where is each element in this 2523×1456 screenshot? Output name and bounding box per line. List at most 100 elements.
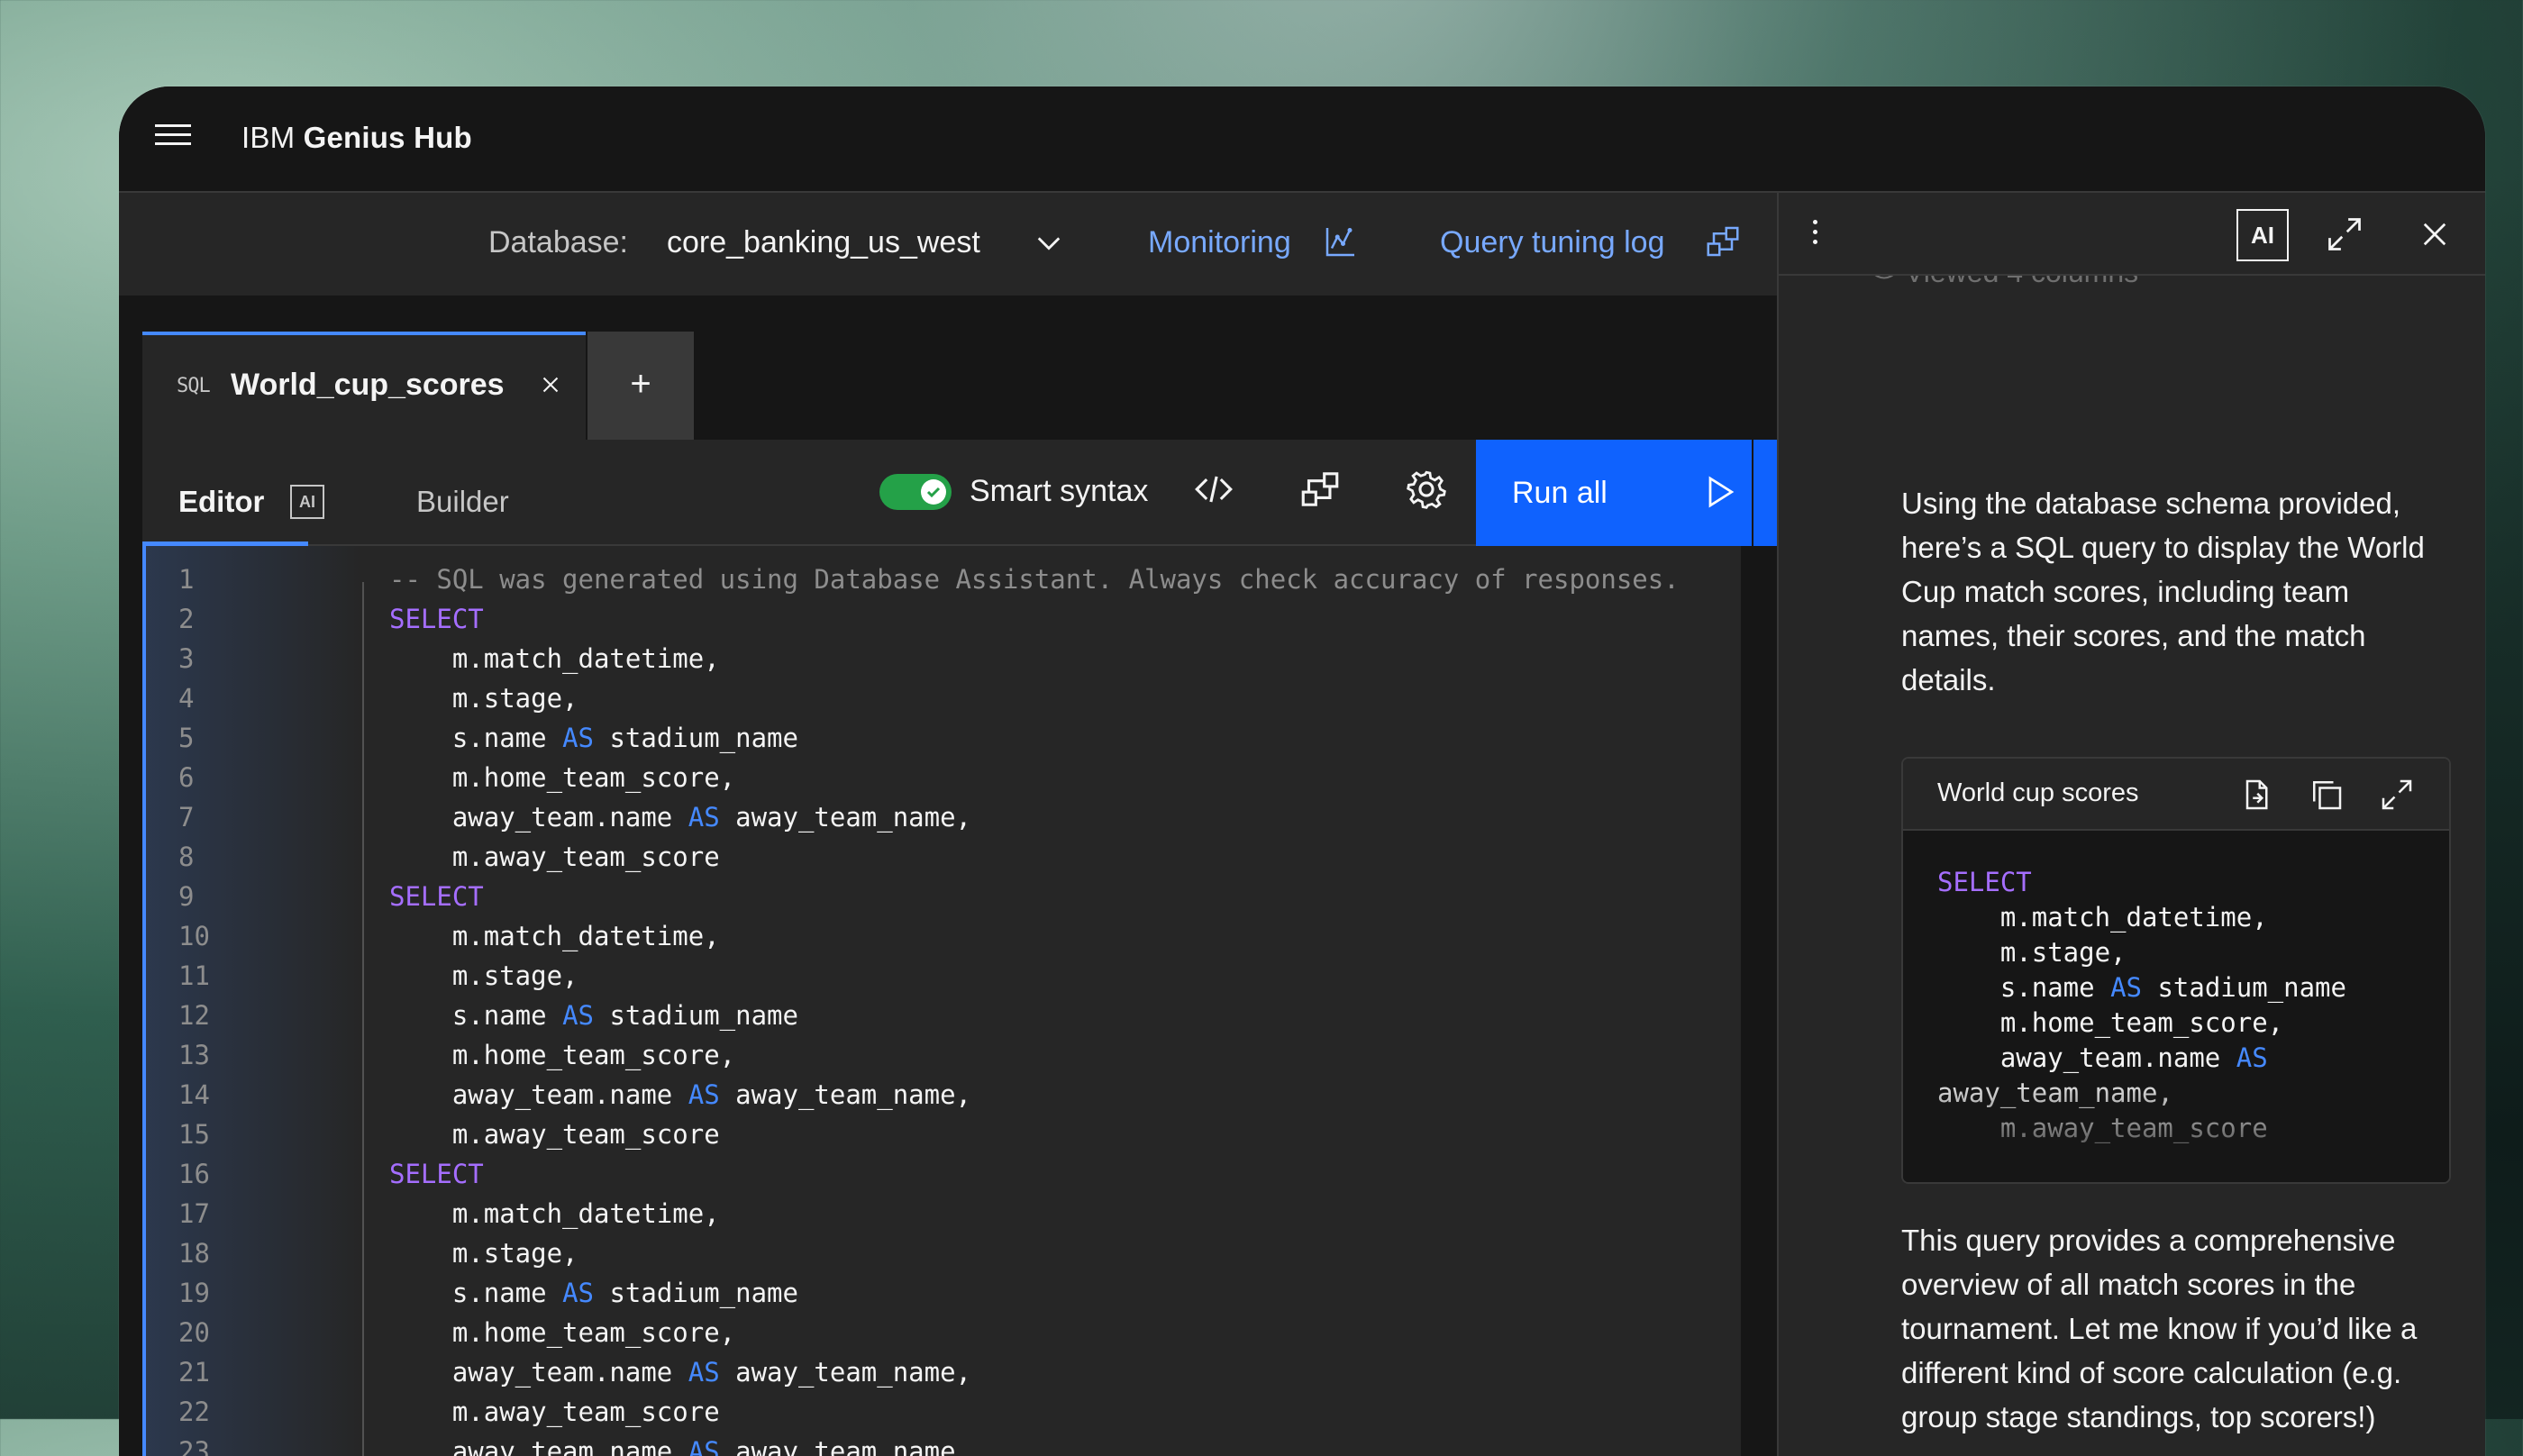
line-content: m.stage, — [389, 960, 578, 991]
keyword-as: AS — [562, 723, 594, 753]
smart-syntax-toggle[interactable] — [879, 474, 952, 510]
keyword-as: AS — [2236, 1042, 2268, 1073]
line-number: 11 — [178, 960, 210, 991]
tab-editor[interactable]: Editor — [178, 485, 264, 519]
line-content: m.match_datetime, — [389, 1198, 720, 1229]
keyword-as: AS — [688, 802, 720, 833]
line-content: m.away_team_score — [389, 842, 720, 872]
keyword-select: SELECT — [389, 604, 484, 634]
keyword-select: SELECT — [389, 881, 484, 912]
code-card-header: World cup scores — [1903, 759, 2449, 831]
line-content: m.match_datetime, — [389, 643, 720, 674]
flow-icon[interactable] — [1705, 223, 1741, 259]
assistant-outro: This query provides a comprehensive over… — [1901, 1224, 2418, 1433]
run-all-button[interactable]: Run all — [1476, 440, 1752, 546]
hamburger-menu-icon[interactable] — [155, 124, 191, 153]
code-token: stadium_name — [2141, 972, 2346, 1003]
code-token: m.home_team_score, — [389, 1317, 736, 1348]
sql-editor[interactable]: 1 -- SQL was generated using Database Ass… — [142, 546, 1741, 1456]
toggle-knob — [921, 479, 946, 505]
keyword-as: AS — [688, 1079, 720, 1110]
close-tab-icon[interactable] — [537, 371, 564, 398]
snippet-line: away_team.name AS — [1937, 1041, 2346, 1076]
line-content: SELECT — [389, 604, 484, 634]
code-token: away_team_name, — [719, 1436, 972, 1456]
code-token: s.name — [389, 1000, 563, 1031]
insert-icon[interactable] — [2238, 777, 2274, 813]
code-token: m.stage, — [1937, 937, 2127, 968]
line-number: 3 — [178, 643, 195, 674]
query-tuning-log-link[interactable]: Query tuning log — [1440, 225, 1665, 260]
code-icon[interactable] — [1191, 467, 1236, 512]
code-token: away_team_name, — [719, 1079, 972, 1110]
gutter-separator — [362, 582, 364, 1456]
close-icon[interactable] — [2417, 216, 2453, 252]
maximize-icon[interactable] — [2379, 777, 2415, 813]
checkmark-icon — [926, 487, 941, 498]
line-content: m.home_team_score, — [389, 1317, 735, 1348]
keyword-as: AS — [562, 1000, 594, 1031]
monitoring-link[interactable]: Monitoring — [1148, 225, 1291, 260]
code-token: m.stage, — [389, 1238, 578, 1269]
line-number: 7 — [178, 802, 195, 833]
code-comment: -- SQL was generated using Database Assi… — [389, 564, 1680, 595]
keyword-as: AS — [562, 1278, 594, 1308]
tab-world-cup-scores[interactable]: SQL World_cup_scores — [142, 332, 586, 440]
play-icon — [1708, 476, 1735, 508]
code-token: m.away_team_score — [389, 1119, 720, 1150]
gear-icon[interactable] — [1404, 467, 1449, 512]
keyword-as: AS — [688, 1357, 720, 1388]
code-token: m.home_team_score, — [1937, 1007, 2284, 1038]
line-content: away_team.name AS away_team_name, — [389, 1357, 971, 1388]
line-content: m.away_team_score — [389, 1119, 720, 1150]
ai-badge: AI — [2236, 209, 2289, 261]
line-content: m.away_team_score — [389, 1397, 720, 1427]
line-number: 14 — [178, 1079, 210, 1110]
line-content: m.stage, — [389, 683, 578, 714]
code-token: m.away_team_score — [389, 842, 720, 872]
tab-builder[interactable]: Builder — [416, 485, 509, 519]
flow-icon[interactable] — [1298, 467, 1343, 512]
line-content: away_team.name AS away_team_name, — [389, 802, 971, 833]
copy-icon[interactable] — [2309, 777, 2345, 813]
code-token: away_team_name, — [719, 802, 972, 833]
code-token: away_team.name — [1937, 1042, 2236, 1073]
sql-type-label: SQL — [177, 375, 211, 397]
code-token: m.stage, — [389, 960, 578, 991]
database-select[interactable]: core_banking_us_west — [667, 225, 980, 260]
snippet-line: s.name AS stadium_name — [1937, 970, 2346, 1006]
brand-name: Genius Hub — [303, 121, 472, 154]
line-content: s.name AS stadium_name — [389, 1278, 798, 1308]
assistant-panel-header: AI — [1779, 193, 2485, 276]
code-token: m.home_team_score, — [389, 1040, 736, 1070]
maximize-icon[interactable] — [2325, 214, 2364, 254]
code-token: s.name — [389, 723, 563, 753]
code-token: s.name — [1937, 972, 2111, 1003]
line-content: m.stage, — [389, 1238, 578, 1269]
code-token: stadium_name — [593, 723, 798, 753]
line-number: 23 — [178, 1436, 210, 1456]
code-card-title: World cup scores — [1937, 778, 2139, 807]
line-content: m.match_datetime, — [389, 921, 720, 951]
line-content: -- SQL was generated using Database Assi… — [389, 564, 1680, 595]
code-token: away_team.name — [389, 802, 688, 833]
line-content: m.home_team_score, — [389, 762, 735, 793]
code-token: stadium_name — [593, 1000, 798, 1031]
code-token: m.match_datetime, — [389, 921, 720, 951]
chevron-down-icon[interactable] — [1033, 227, 1065, 259]
code-token: m.match_datetime, — [1937, 902, 2268, 933]
add-tab-button[interactable]: + — [587, 332, 694, 440]
assistant-intro: Using the database schema provided, here… — [1901, 487, 2425, 696]
line-content: s.name AS stadium_name — [389, 1000, 798, 1031]
line-content: away_team.name AS away_team_name, — [389, 1436, 971, 1456]
line-number: 16 — [178, 1159, 210, 1189]
line-number: 15 — [178, 1119, 210, 1150]
chart-icon[interactable] — [1323, 223, 1359, 259]
line-number: 2 — [178, 604, 195, 634]
line-number: 20 — [178, 1317, 210, 1348]
code-token: away_team_name, — [719, 1357, 972, 1388]
overflow-menu-icon[interactable] — [1813, 220, 1820, 247]
snippet-line: m.home_team_score, — [1937, 1006, 2346, 1041]
run-all-label: Run all — [1512, 476, 1608, 510]
line-content: s.name AS stadium_name — [389, 723, 798, 753]
